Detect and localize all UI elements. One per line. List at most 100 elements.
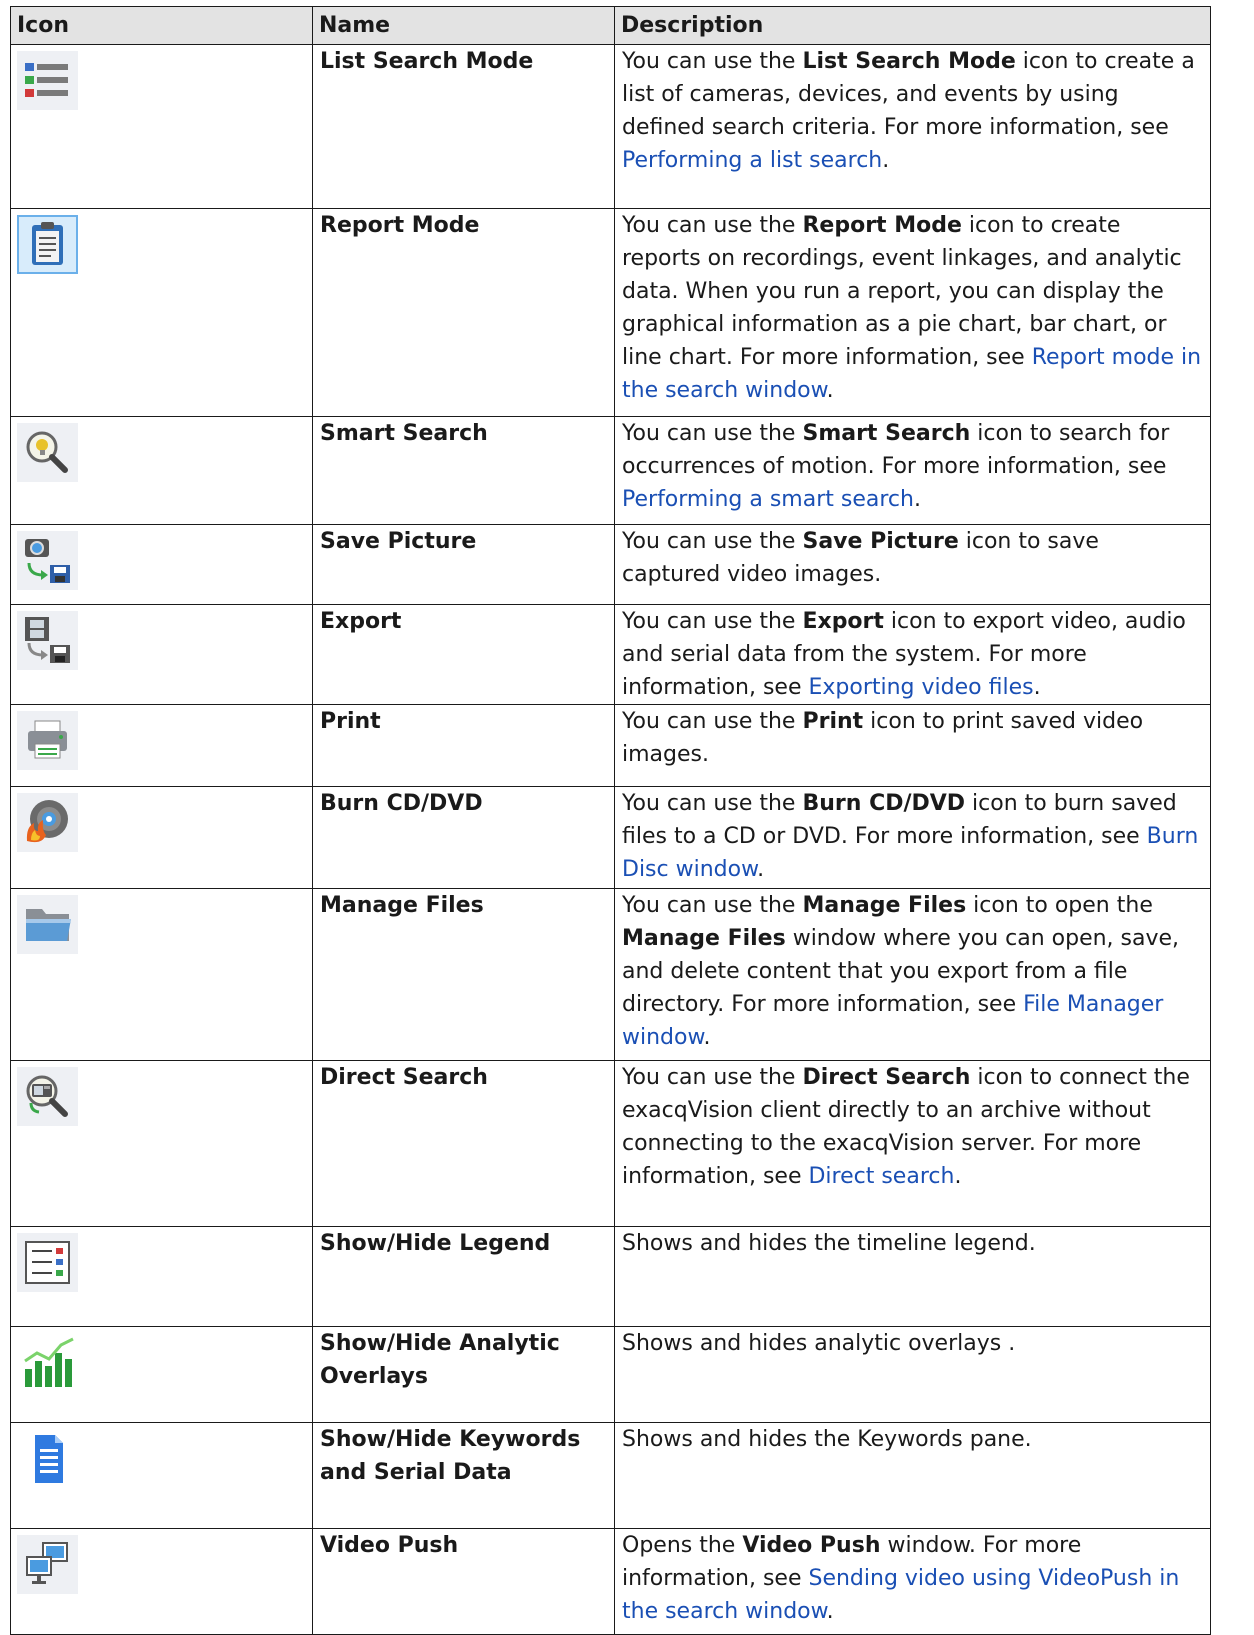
document-icon: [17, 1429, 78, 1488]
header-icon: Icon: [10, 6, 313, 45]
description-text: You can use the: [622, 893, 803, 918]
description-cell: Shows and hides analytic overlays .: [614, 1326, 1211, 1423]
cross-reference-link[interactable]: Exporting video files: [808, 675, 1033, 700]
description-cell: Shows and hides the Keywords pane.: [614, 1422, 1211, 1529]
cross-reference-link[interactable]: Performing a list search: [622, 148, 882, 173]
description-text: You can use the: [622, 49, 803, 74]
table-row: Smart Search You can use the Smart Search…: [10, 416, 1211, 525]
direct-search-icon: [17, 1067, 78, 1126]
bold-term: List Search Mode: [802, 49, 1016, 74]
name-cell: Smart Search: [312, 416, 615, 525]
description-cell: You can use the Burn CD/DVD icon to burn…: [614, 786, 1211, 889]
icon-cell: [10, 44, 313, 209]
icon-cell: [10, 704, 313, 787]
name-cell: Show/Hide Analytic Overlays: [312, 1326, 615, 1423]
bold-term: Manage Files: [802, 893, 967, 918]
description-text: .: [826, 1599, 834, 1624]
video-push-icon: [17, 1535, 78, 1594]
description-cell: You can use the List Search Mode icon to…: [614, 44, 1211, 209]
table-row: Direct Search You can use the Direct Sear…: [10, 1060, 1211, 1227]
name-cell: Burn CD/DVD: [312, 786, 615, 889]
bold-term: Print: [802, 709, 864, 734]
description-cell: Opens the Video Push window. For more in…: [614, 1528, 1211, 1635]
bold-term: Manage Files: [622, 926, 786, 951]
table-row: List Search Mode You can use the List Sea…: [10, 44, 1211, 209]
table-row: Show/Hide Keywords and Serial Data Shows …: [10, 1422, 1211, 1529]
icon-cell: [10, 888, 313, 1061]
description-cell: You can use the Report Mode icon to crea…: [614, 208, 1211, 417]
export-icon: [17, 611, 78, 670]
bold-term: Report Mode: [802, 213, 962, 238]
description-cell: You can use the Smart Search icon to sea…: [614, 416, 1211, 525]
description-text: You can use the: [622, 709, 803, 734]
description-text: .: [913, 487, 921, 512]
description-cell: Shows and hides the timeline legend.: [614, 1226, 1211, 1327]
description-text: icon to open the: [966, 893, 1153, 918]
description-cell: You can use the Manage Files icon to ope…: [614, 888, 1211, 1061]
description-text: You can use the: [622, 609, 803, 634]
description-text: You can use the: [622, 213, 803, 238]
table-row: Burn CD/DVD You can use the Burn CD/DVD i…: [10, 786, 1211, 889]
folder-icon: [17, 895, 78, 954]
icon-cell: [10, 524, 313, 605]
table-row: Manage Files You can use the Manage Files…: [10, 888, 1211, 1061]
icon-cell: [10, 1326, 313, 1423]
list-search-mode-icon: [17, 51, 78, 110]
table-row: Video Push Opens the Video Push window. F…: [10, 1528, 1211, 1635]
icon-cell: [10, 1528, 313, 1635]
name-cell: List Search Mode: [312, 44, 615, 209]
description-text: .: [826, 378, 834, 403]
description-text: .: [954, 1164, 962, 1189]
description-cell: You can use the Direct Search icon to co…: [614, 1060, 1211, 1227]
bold-term: Export: [802, 609, 884, 634]
name-cell: Report Mode: [312, 208, 615, 417]
icon-cell: [10, 208, 313, 417]
smart-search-icon: [17, 423, 78, 482]
name-cell: Video Push: [312, 1528, 615, 1635]
description-text: You can use the: [622, 421, 803, 446]
name-cell: Export: [312, 604, 615, 705]
icon-cell: [10, 1422, 313, 1529]
save-picture-icon: [17, 531, 78, 590]
icon-reference-table: Icon Name Description List Search Mode Yo…: [10, 6, 1211, 1635]
description-text: .: [703, 1025, 711, 1050]
description-text: .: [1033, 675, 1041, 700]
bold-term: Burn CD/DVD: [802, 791, 966, 816]
name-cell: Show/Hide Legend: [312, 1226, 615, 1327]
table-row: Save Picture You can use the Save Picture…: [10, 524, 1211, 605]
icon-cell: [10, 1060, 313, 1227]
icon-cell: [10, 416, 313, 525]
description-text: Shows and hides the Keywords pane.: [622, 1427, 1032, 1452]
description-text: .: [882, 148, 890, 173]
table-row: Export You can use the Export icon to exp…: [10, 604, 1211, 705]
cross-reference-link[interactable]: Direct search: [808, 1164, 954, 1189]
report-mode-icon: [17, 215, 78, 274]
description-text: Shows and hides the timeline legend.: [622, 1231, 1036, 1256]
description-text: You can use the: [622, 529, 803, 554]
bold-term: Direct Search: [802, 1065, 971, 1090]
description-text: .: [757, 857, 765, 882]
table-row: Print You can use the Print icon to print…: [10, 704, 1211, 787]
header-description: Description: [614, 6, 1211, 45]
name-cell: Direct Search: [312, 1060, 615, 1227]
table-header-row: Icon Name Description: [10, 6, 1211, 45]
name-cell: Show/Hide Keywords and Serial Data: [312, 1422, 615, 1529]
icon-cell: [10, 604, 313, 705]
description-cell: You can use the Save Picture icon to sav…: [614, 524, 1211, 605]
burn-disc-icon: [17, 793, 78, 852]
icon-cell: [10, 786, 313, 889]
table-row: Report Mode You can use the Report Mode i…: [10, 208, 1211, 417]
name-cell: Save Picture: [312, 524, 615, 605]
description-text: Opens the: [622, 1533, 743, 1558]
description-cell: You can use the Print icon to print save…: [614, 704, 1211, 787]
legend-icon: [17, 1233, 78, 1292]
table-row: Show/Hide Legend Shows and hides the time…: [10, 1226, 1211, 1327]
table-row: Show/Hide Analytic Overlays Shows and hid…: [10, 1326, 1211, 1423]
name-cell: Print: [312, 704, 615, 787]
bold-term: Save Picture: [802, 529, 959, 554]
bold-term: Video Push: [742, 1533, 881, 1558]
name-cell: Manage Files: [312, 888, 615, 1061]
icon-cell: [10, 1226, 313, 1327]
description-cell: You can use the Export icon to export vi…: [614, 604, 1211, 705]
cross-reference-link[interactable]: Performing a smart search: [622, 487, 914, 512]
